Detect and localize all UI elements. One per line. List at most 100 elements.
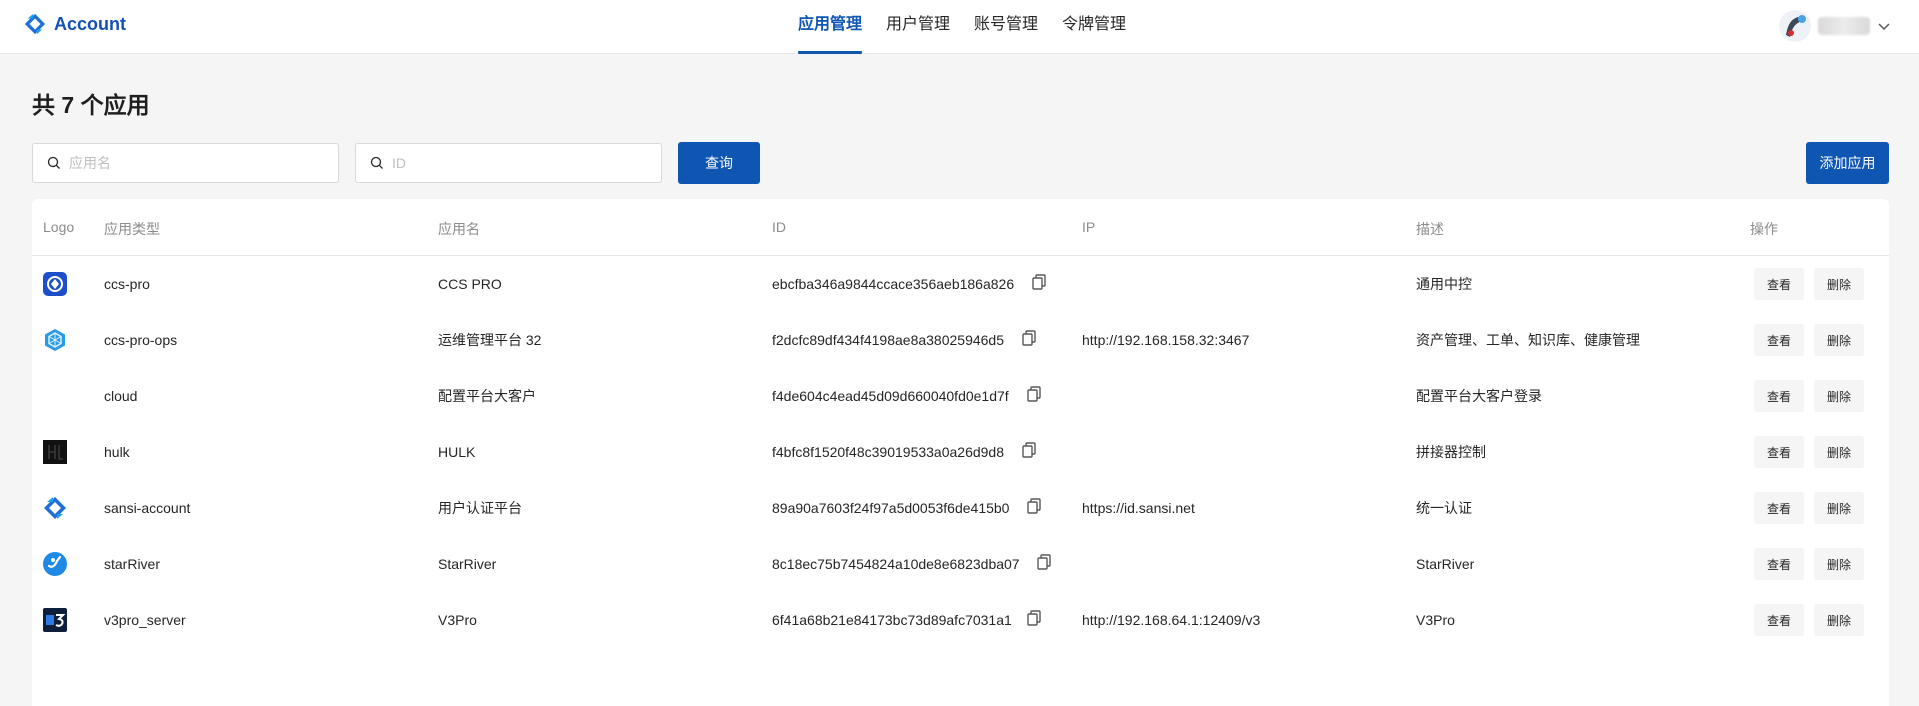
nav-tab-app-management[interactable]: 应用管理 — [798, 0, 863, 54]
view-button[interactable]: 查看 — [1754, 548, 1804, 580]
row-desc: V3Pro — [1416, 612, 1455, 628]
row-id: ebcfba346a9844ccace356aeb186a826 — [772, 276, 1015, 292]
search-icon — [47, 156, 60, 169]
avatar-icon — [1779, 10, 1811, 42]
column-header-desc: 描述 — [1416, 221, 1444, 237]
page-title: 共 7 个应用 — [32, 92, 150, 118]
row-name: CCS PRO — [438, 276, 502, 292]
id-search-input[interactable] — [392, 155, 612, 171]
user-menu[interactable]: xxxxxxx — [1778, 9, 1890, 43]
column-header-type: 应用类型 — [104, 221, 160, 237]
table-row: cloud 配置平台大客户 f4de604c4ead45d09d660040fd… — [32, 368, 1889, 424]
table-row: ccs-pro-ops 运维管理平台 32 f2dcfc89df434f4198… — [32, 312, 1889, 368]
row-id: 6f41a68b21e84173bc73d89afc7031a1 — [772, 612, 1012, 628]
row-id: f4de604c4ead45d09d660040fd0e1d7f — [772, 388, 1009, 404]
view-button[interactable]: 查看 — [1754, 436, 1804, 468]
nav-tab-token-management[interactable]: 令牌管理 — [1062, 0, 1126, 54]
row-ip: https://id.sansi.net — [1082, 500, 1195, 516]
table-header: Logo 应用类型 应用名 ID IP 描述 操作 — [32, 199, 1889, 256]
v3pro-logo-icon — [43, 608, 67, 632]
row-id: 8c18ec75b7454824a10de8e6823dba07 — [772, 556, 1020, 572]
delete-button[interactable]: 删除 — [1814, 324, 1864, 356]
row-name: 用户认证平台 — [438, 500, 522, 516]
delete-button[interactable]: 删除 — [1814, 492, 1864, 524]
row-id: 89a90a7603f24f97a5d0053f6de415b0 — [772, 500, 1010, 516]
column-header-ip: IP — [1082, 219, 1096, 235]
view-button[interactable]: 查看 — [1754, 492, 1804, 524]
row-desc: 统一认证 — [1416, 500, 1472, 516]
delete-button[interactable]: 删除 — [1814, 436, 1864, 468]
row-name: 配置平台大客户 — [438, 388, 536, 404]
delete-button[interactable]: 删除 — [1814, 548, 1864, 580]
row-id: f4bfc8f1520f48c39019533a0a26d9d8 — [772, 444, 1004, 460]
row-name: StarRiver — [438, 556, 497, 572]
row-ip: http://192.168.64.1:12409/v3 — [1082, 612, 1261, 628]
chevron-down-icon — [1878, 23, 1890, 31]
table-row: ccs-pro CCS PRO ebcfba346a9844ccace356ae… — [32, 256, 1889, 312]
ccs-pro-logo-icon — [43, 272, 67, 296]
row-type: starRiver — [104, 556, 161, 572]
column-header-actions: 操作 — [1750, 221, 1778, 237]
active-tab-indicator — [798, 51, 863, 54]
row-name: HULK — [438, 444, 476, 460]
row-desc: 拼接器控制 — [1416, 444, 1486, 460]
column-header-name: 应用名 — [438, 221, 480, 237]
row-type: ccs-pro — [104, 276, 150, 292]
top-navbar: Account 应用管理 用户管理 账号管理 令牌管理 xxxxxxx — [0, 0, 1919, 54]
apps-table: Logo 应用类型 应用名 ID IP 描述 操作 ccs-pro CCS PR… — [32, 199, 1889, 706]
nav-tab-user-management[interactable]: 用户管理 — [886, 0, 950, 54]
copy-icon[interactable] — [1022, 442, 1036, 458]
app-name: Account — [54, 13, 126, 34]
row-name: 运维管理平台 32 — [438, 332, 542, 348]
nav-tab-label: 应用管理 — [798, 16, 863, 33]
column-header-logo: Logo — [43, 219, 75, 235]
nav-tab-label: 令牌管理 — [1062, 16, 1127, 33]
hulk-logo-icon — [43, 440, 67, 464]
table-row: sansi-account 用户认证平台 89a90a7603f24f97a5d… — [32, 480, 1889, 536]
view-button[interactable]: 查看 — [1754, 380, 1804, 412]
row-ip: http://192.168.158.32:3467 — [1082, 332, 1250, 348]
account-logo-icon — [24, 13, 46, 35]
copy-icon[interactable] — [1037, 554, 1051, 570]
user-name: xxxxxxx — [1818, 17, 1870, 35]
row-desc: 通用中控 — [1416, 276, 1472, 292]
query-button[interactable]: 查询 — [678, 142, 760, 184]
starriver-logo-icon — [43, 552, 67, 576]
copy-icon[interactable] — [1027, 386, 1041, 402]
sansi-account-logo-icon — [44, 497, 66, 519]
ccs-pro-ops-logo-icon — [45, 329, 65, 351]
row-name: V3Pro — [438, 612, 477, 628]
row-desc: 资产管理、工单、知识库、健康管理 — [1416, 332, 1640, 348]
delete-button[interactable]: 删除 — [1814, 380, 1864, 412]
brand[interactable]: Account — [24, 13, 126, 35]
copy-icon[interactable] — [1032, 274, 1046, 290]
row-type: sansi-account — [104, 500, 191, 516]
row-id: f2dcfc89df434f4198ae8a38025946d5 — [772, 332, 1004, 348]
copy-icon[interactable] — [1022, 330, 1036, 346]
search-icon — [370, 156, 383, 169]
app-name-search-input[interactable] — [69, 155, 289, 171]
table-row: hulk HULK f4bfc8f1520f48c39019533a0a26d9… — [32, 424, 1889, 480]
id-search-field[interactable] — [355, 143, 662, 183]
row-desc: StarRiver — [1416, 556, 1475, 572]
nav-tab-label: 账号管理 — [974, 16, 1039, 33]
table-row: v3pro_server V3Pro 6f41a68b21e84173bc73d… — [32, 592, 1889, 648]
delete-button[interactable]: 删除 — [1814, 268, 1864, 300]
row-type: cloud — [104, 388, 138, 404]
row-type: hulk — [104, 444, 130, 460]
table-row: starRiver StarRiver 8c18ec75b7454824a10d… — [32, 536, 1889, 592]
view-button[interactable]: 查看 — [1754, 324, 1804, 356]
add-app-button[interactable]: 添加应用 — [1806, 142, 1889, 184]
column-header-id: ID — [772, 219, 786, 235]
nav-tab-label: 用户管理 — [886, 16, 951, 33]
view-button[interactable]: 查看 — [1754, 604, 1804, 636]
nav-tab-account-management[interactable]: 账号管理 — [974, 0, 1038, 54]
view-button[interactable]: 查看 — [1754, 268, 1804, 300]
copy-icon[interactable] — [1027, 610, 1041, 626]
row-type: ccs-pro-ops — [104, 332, 178, 348]
row-desc: 配置平台大客户登录 — [1416, 388, 1542, 404]
copy-icon[interactable] — [1027, 498, 1041, 514]
app-name-search-field[interactable] — [32, 143, 339, 183]
delete-button[interactable]: 删除 — [1814, 604, 1864, 636]
row-type: v3pro_server — [104, 612, 186, 628]
